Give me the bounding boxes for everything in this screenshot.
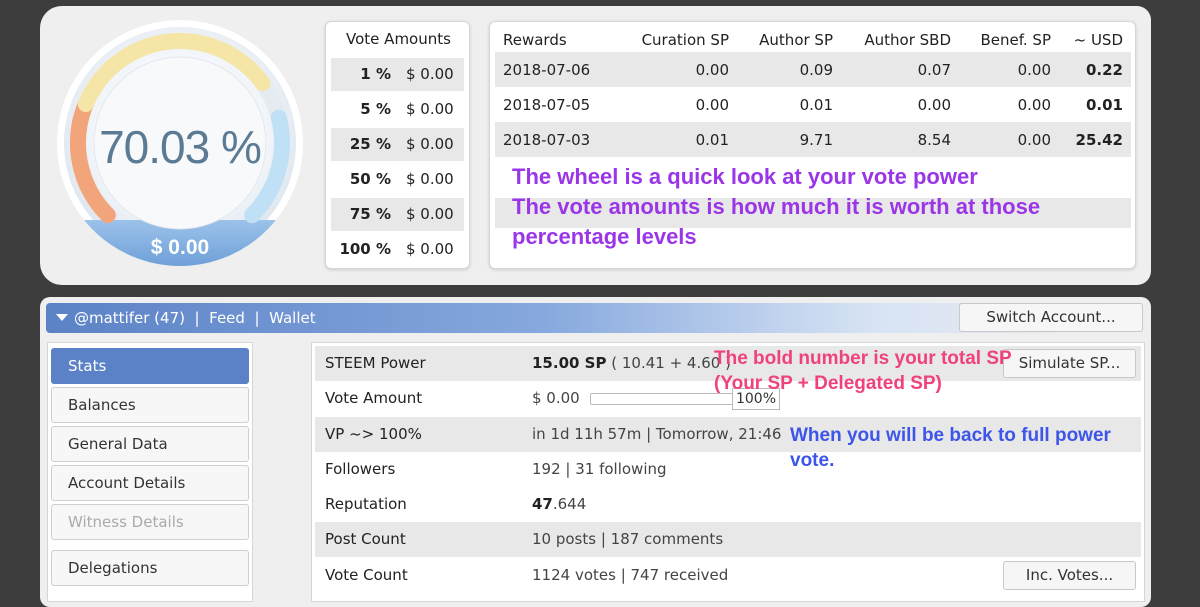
annotation-wheel-line: The vote amounts is how much it is worth… xyxy=(512,194,1041,219)
sidebar-item-delegations[interactable]: Delegations xyxy=(51,550,249,586)
stat-label: Vote Amount xyxy=(325,389,423,407)
stat-label: VP ~> 100% xyxy=(325,425,422,443)
annotation-sp: The bold number is your total SP (Your S… xyxy=(714,346,1012,396)
vote-power-value: 70.03 % xyxy=(99,121,262,173)
stat-label: Vote Count xyxy=(325,566,408,584)
rewards-author-sp: 0.01 xyxy=(799,95,833,114)
rewards-author-sbd: 0.00 xyxy=(917,95,951,114)
rewards-author-sp: 9.71 xyxy=(737,122,841,157)
rewards-col-header: Benef. SP xyxy=(980,31,1051,49)
vote-amount-row: 5 % $ 0.00 xyxy=(331,93,464,126)
vote-amount-row: 50 % $ 0.00 xyxy=(331,163,464,196)
collapse-triangle-icon[interactable] xyxy=(56,314,68,321)
reputation-dec: .644 xyxy=(552,495,587,513)
inc-votes-button[interactable]: Inc. Votes... xyxy=(1003,561,1136,590)
rewards-curation-sp: 0.00 xyxy=(623,52,737,87)
sidebar-item-stats[interactable]: Stats xyxy=(51,348,249,384)
stat-value: 192 | 31 following xyxy=(532,460,667,478)
nav-separator xyxy=(185,309,195,327)
sidebar-item-balances[interactable]: Balances xyxy=(51,387,249,423)
stat-label: Followers xyxy=(325,460,396,478)
vote-amount: $ 0.00 xyxy=(406,205,454,223)
annotation-vp: When you will be back to full power vote… xyxy=(790,423,1111,473)
vote-pct: 75 % xyxy=(349,205,391,223)
rewards-date: 2018-07-06 xyxy=(495,52,623,87)
rewards-usd: 25.42 xyxy=(1059,122,1131,157)
rewards-date: 2018-07-05 xyxy=(503,95,591,114)
vote-pct: 1 % xyxy=(360,65,391,83)
vote-amount-row: 1 % $ 0.00 xyxy=(331,58,464,91)
vote-pct: 25 % xyxy=(349,135,391,153)
stat-value: 10 posts | 187 comments xyxy=(532,530,724,548)
annotation-vp-line: vote. xyxy=(790,450,835,471)
rewards-curation-sp: 0.01 xyxy=(623,122,737,157)
rewards-col-header: Author SBD xyxy=(864,31,951,49)
stat-row-reputation: Reputation 47.644 xyxy=(315,487,1141,522)
wallet-link[interactable]: Wallet xyxy=(269,309,316,327)
rewards-usd: 0.01 xyxy=(1085,95,1123,114)
rewards-author-sbd: 8.54 xyxy=(841,122,959,157)
rewards-curation-sp: 0.00 xyxy=(695,95,729,114)
rewards-date: 2018-07-03 xyxy=(495,122,623,157)
sidebar-item-account-details[interactable]: Account Details xyxy=(51,465,249,501)
rewards-author-sbd: 0.07 xyxy=(841,52,959,87)
rewards-row: 2018-07-06 0.00 0.09 0.07 0.00 0.22 xyxy=(495,52,1131,87)
sidebar-item-witness-details: Witness Details xyxy=(51,504,249,540)
rewards-header-row: Rewards Curation SP Author SP Author SBD… xyxy=(495,28,1131,52)
stat-label: Post Count xyxy=(325,530,406,548)
stat-row-post-count: Post Count 10 posts | 187 comments xyxy=(315,522,1141,557)
switch-account-button[interactable]: Switch Account... xyxy=(959,303,1143,332)
rewards-benef-sp: 0.00 xyxy=(959,52,1059,87)
vote-amount: $ 0.00 xyxy=(406,65,454,83)
stat-value: 47.644 xyxy=(532,487,586,522)
reputation-int: 47 xyxy=(532,495,553,513)
vote-amount-row: 100 % $ 0.00 xyxy=(331,233,464,266)
rewards-col-header: ~ USD xyxy=(1073,31,1123,49)
sidebar-item-general-data[interactable]: General Data xyxy=(51,426,249,462)
vote-value: $ 0.00 xyxy=(150,236,210,259)
vote-amount: $ 0.00 xyxy=(406,100,454,118)
vote-pct: 100 % xyxy=(339,240,391,258)
stat-label: STEEM Power xyxy=(325,354,426,372)
nav-separator xyxy=(200,309,210,327)
annotation-wheel-line: The wheel is a quick look at your vote p… xyxy=(512,164,978,189)
rewards-col-header: Curation SP xyxy=(641,31,729,49)
stat-value: 1124 votes | 747 received xyxy=(532,566,729,584)
vote-amount: $ 0.00 xyxy=(406,240,454,258)
rewards-row: 2018-07-05 0.00 0.01 0.00 0.00 0.01 xyxy=(495,87,1131,122)
rewards-usd: 0.22 xyxy=(1059,52,1131,87)
vote-amount: $ 0.00 xyxy=(406,170,454,188)
rewards-table: Rewards Curation SP Author SP Author SBD… xyxy=(495,28,1131,157)
account-name-link[interactable]: @mattifer (47) xyxy=(74,309,185,327)
rewards-col-header: Rewards xyxy=(503,31,567,49)
rewards-author-sp: 0.09 xyxy=(737,52,841,87)
annotation-sp-line: (Your SP + Delegated SP) xyxy=(714,373,942,394)
annotation-vp-line: When you will be back to full power xyxy=(790,425,1111,446)
vote-pct: 50 % xyxy=(349,170,391,188)
feed-link[interactable]: Feed xyxy=(209,309,245,327)
vote-amount-row: 75 % $ 0.00 xyxy=(331,198,464,231)
stat-value: $ 0.00 xyxy=(532,389,580,407)
vote-amounts-header: Vote Amounts xyxy=(346,30,451,48)
annotation-wheel-line: percentage levels xyxy=(512,224,697,249)
vote-pct: 5 % xyxy=(360,100,391,118)
rewards-benef-sp: 0.00 xyxy=(959,122,1059,157)
rewards-benef-sp: 0.00 xyxy=(1017,95,1051,114)
stat-value: in 1d 11h 57m | Tomorrow, 21:46 xyxy=(532,425,782,443)
vote-amount-row: 25 % $ 0.00 xyxy=(331,128,464,161)
rewards-row: 2018-07-03 0.01 9.71 8.54 0.00 25.42 xyxy=(495,122,1131,157)
stat-value: 15.00 SP ( 10.41 + 4.60 ) xyxy=(532,346,731,381)
vote-amount: $ 0.00 xyxy=(406,135,454,153)
annotation-sp-line: The bold number is your total SP xyxy=(714,348,1012,369)
vote-amounts-card: Vote Amounts 1 % $ 0.00 5 % $ 0.00 25 % … xyxy=(325,21,470,269)
account-nav: @mattifer (47) | Feed | Wallet xyxy=(56,303,316,333)
steem-power-detail: ( 10.41 + 4.60 ) xyxy=(611,354,731,372)
steem-power-total: 15.00 SP xyxy=(532,354,607,372)
simulate-sp-button[interactable]: Simulate SP... xyxy=(1003,349,1136,378)
annotation-wheel: The wheel is a quick look at your vote p… xyxy=(512,162,1040,252)
stat-label: Reputation xyxy=(325,495,407,513)
rewards-col-header: Author SP xyxy=(759,31,833,49)
nav-separator xyxy=(260,309,270,327)
